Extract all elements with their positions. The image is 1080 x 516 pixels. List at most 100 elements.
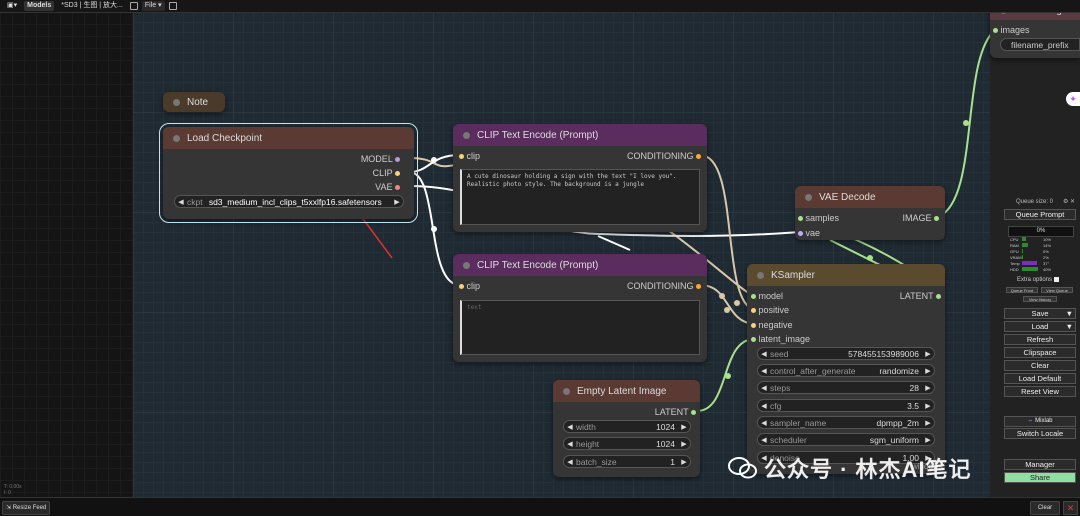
switch-locale-button[interactable]: Switch Locale [1004, 428, 1076, 439]
ckpt-name-combo[interactable]: ◀ ckpt sd3_medium_incl_clips_t5xxlfp16.s… [174, 195, 404, 208]
load-checkpoint-node[interactable]: Load Checkpoint MODEL CLIP VAE ◀ ckpt sd… [159, 123, 418, 223]
stat-bar [1022, 267, 1038, 271]
output-latent[interactable]: LATENT [655, 407, 696, 417]
load-default-button[interactable]: Load Default [1004, 373, 1076, 384]
stat-value: 37° [1043, 261, 1050, 266]
close-tab-icon[interactable] [129, 2, 138, 10]
collapse-dot-icon[interactable] [463, 261, 470, 269]
seed-widget[interactable]: ◀ seed 578455153989006 ▶ [757, 347, 935, 360]
input-samples[interactable]: samples [798, 213, 839, 223]
input-clip[interactable]: clip [459, 151, 480, 161]
node-title: VAE Decode [819, 191, 876, 203]
clip-text-encode-negative-node[interactable]: CLIP Text Encode (Prompt) clip CONDITION… [453, 254, 707, 362]
clear-workflow-button[interactable]: Clear [1004, 360, 1076, 371]
view-history-button[interactable]: View History [1023, 296, 1057, 302]
ksampler-node[interactable]: KSampler model positive negative latent_… [747, 264, 945, 474]
stat-value: 14% [1043, 243, 1052, 248]
close-icon[interactable]: ✕ [1063, 501, 1078, 515]
refresh-button[interactable]: Refresh [1004, 334, 1076, 345]
watermark-sub: windows [912, 462, 943, 471]
input-negative[interactable]: negative [751, 320, 793, 330]
output-vae[interactable]: VAE [375, 182, 400, 192]
progress-bar: 0% [1008, 226, 1074, 237]
input-latent-image[interactable]: latent_image [751, 334, 810, 344]
empty-latent-image-node[interactable]: Empty Latent Image LATENT ◀ width 1024 ▶ ◀ h… [553, 380, 700, 477]
output-conditioning[interactable]: CONDITIONING [627, 151, 701, 161]
manager-button[interactable]: Manager [1004, 459, 1076, 470]
workflow-tab-title[interactable]: *SD3 | 生图 | 放大... [58, 1, 126, 11]
cfg-widget[interactable]: ◀ cfg 3.5 ▶ [757, 399, 935, 412]
stat-bar [1022, 243, 1028, 247]
models-button[interactable]: Models [24, 1, 55, 11]
note-node[interactable]: Note [163, 92, 225, 112]
bottom-bar: ⇲ Resize Feed Clear ✕ [0, 497, 1080, 516]
node-title: KSampler [771, 269, 815, 281]
queue-size-label: Queue size: 0 [1016, 199, 1054, 205]
input-images[interactable]: images [993, 25, 1030, 35]
input-model[interactable]: model [751, 291, 783, 301]
input-vae[interactable]: vae [798, 228, 820, 238]
output-clip[interactable]: CLIP [373, 168, 400, 178]
collapse-dot-icon[interactable] [563, 387, 570, 395]
resize-icon: ⇲ [6, 505, 12, 511]
queue-front-button[interactable]: Queue Front [1006, 287, 1038, 293]
reset-view-button[interactable]: Reset View [1004, 386, 1076, 397]
collapse-dot-icon[interactable] [173, 98, 180, 106]
filename-prefix-field[interactable]: filename_prefix [1000, 38, 1080, 51]
gear-icon[interactable]: ⚙ ✕ [1063, 198, 1075, 205]
output-image[interactable]: IMAGE [902, 213, 939, 223]
input-clip[interactable]: clip [459, 281, 480, 291]
output-conditioning[interactable]: CONDITIONING [627, 281, 701, 291]
collapse-dot-icon[interactable] [463, 131, 470, 139]
node-title: CLIP Text Encode (Prompt) [477, 129, 599, 141]
save-icon[interactable] [168, 2, 177, 10]
collapse-dot-icon[interactable] [173, 134, 180, 142]
mixlab-button[interactable]: ⇔ Mixlab [1004, 416, 1076, 427]
stat-bar [1022, 249, 1023, 253]
stat-bar [1022, 261, 1037, 265]
steps-widget[interactable]: ◀ steps 28 ▶ [757, 381, 935, 394]
canvas-stats: T: 0.00s I: 0 [4, 484, 22, 496]
output-model[interactable]: MODEL [361, 154, 400, 164]
input-positive[interactable]: positive [751, 305, 789, 315]
top-menu-bar: ▣▾ Models *SD3 | 生图 | 放大... File ▾ [0, 0, 1080, 13]
stat-bar [1022, 255, 1023, 259]
extra-options-label[interactable]: Extra options [1017, 277, 1059, 283]
dropdown-arrow-icon: ▼ [1065, 309, 1073, 318]
queue-prompt-button[interactable]: Queue Prompt [1004, 209, 1076, 220]
output-latent[interactable]: LATENT [900, 291, 941, 301]
node-title: Load Checkpoint [187, 132, 263, 144]
stat-bar [1022, 237, 1026, 241]
save-button[interactable]: Save ▼ [1004, 308, 1076, 319]
stat-value: 0% [1043, 249, 1049, 254]
batch-size-widget[interactable]: ◀ batch_size 1 ▶ [563, 455, 691, 468]
clip-text-encode-positive-node[interactable]: CLIP Text Encode (Prompt) clip CONDITION… [453, 124, 707, 232]
file-menu-button[interactable]: File ▾ [141, 1, 165, 11]
collapse-dot-icon[interactable] [757, 271, 764, 279]
share-button[interactable]: Share [1004, 472, 1076, 483]
vae-decode-node[interactable]: VAE Decode samples vae IMAGE [795, 186, 945, 240]
clear-button[interactable]: Clear [1030, 501, 1060, 515]
sampler-name-widget[interactable]: ◀ sampler_name dpmpp_2m ▶ [757, 416, 935, 429]
arrow-right-icon[interactable]: ▶ [391, 198, 403, 206]
load-button[interactable]: Load ▼ [1004, 321, 1076, 332]
collapse-dot-icon[interactable] [805, 193, 812, 201]
width-widget[interactable]: ◀ width 1024 ▶ [563, 420, 691, 433]
stat-label: VRAM [1010, 255, 1022, 260]
node-title: CLIP Text Encode (Prompt) [477, 259, 599, 271]
negative-prompt-textarea[interactable]: text [460, 300, 700, 355]
dropdown-arrow-icon: ▼ [1065, 322, 1073, 331]
stat-value: 2% [1043, 255, 1049, 260]
arrow-left-icon[interactable]: ◀ [175, 198, 187, 206]
view-queue-button[interactable]: View Queue [1041, 287, 1073, 293]
prompt-textarea[interactable]: A cute dinosaur holding a sign with the … [460, 169, 700, 225]
control-after-generate-widget[interactable]: ◀ control_after_generate randomize ▶ [757, 364, 935, 377]
resize-feed-button[interactable]: ⇲ Resize Feed [2, 501, 51, 515]
stat-value: 40% [1043, 267, 1052, 272]
scheduler-widget[interactable]: ◀ scheduler sgm_uniform ▶ [757, 433, 935, 446]
clipspace-button[interactable]: Clipspace [1004, 347, 1076, 358]
sparkle-icon[interactable]: ✦ [1066, 92, 1080, 106]
menu-icon[interactable]: ▣▾ [4, 1, 20, 11]
height-widget[interactable]: ◀ height 1024 ▶ [563, 437, 691, 450]
extra-options-checkbox[interactable] [1053, 277, 1059, 282]
